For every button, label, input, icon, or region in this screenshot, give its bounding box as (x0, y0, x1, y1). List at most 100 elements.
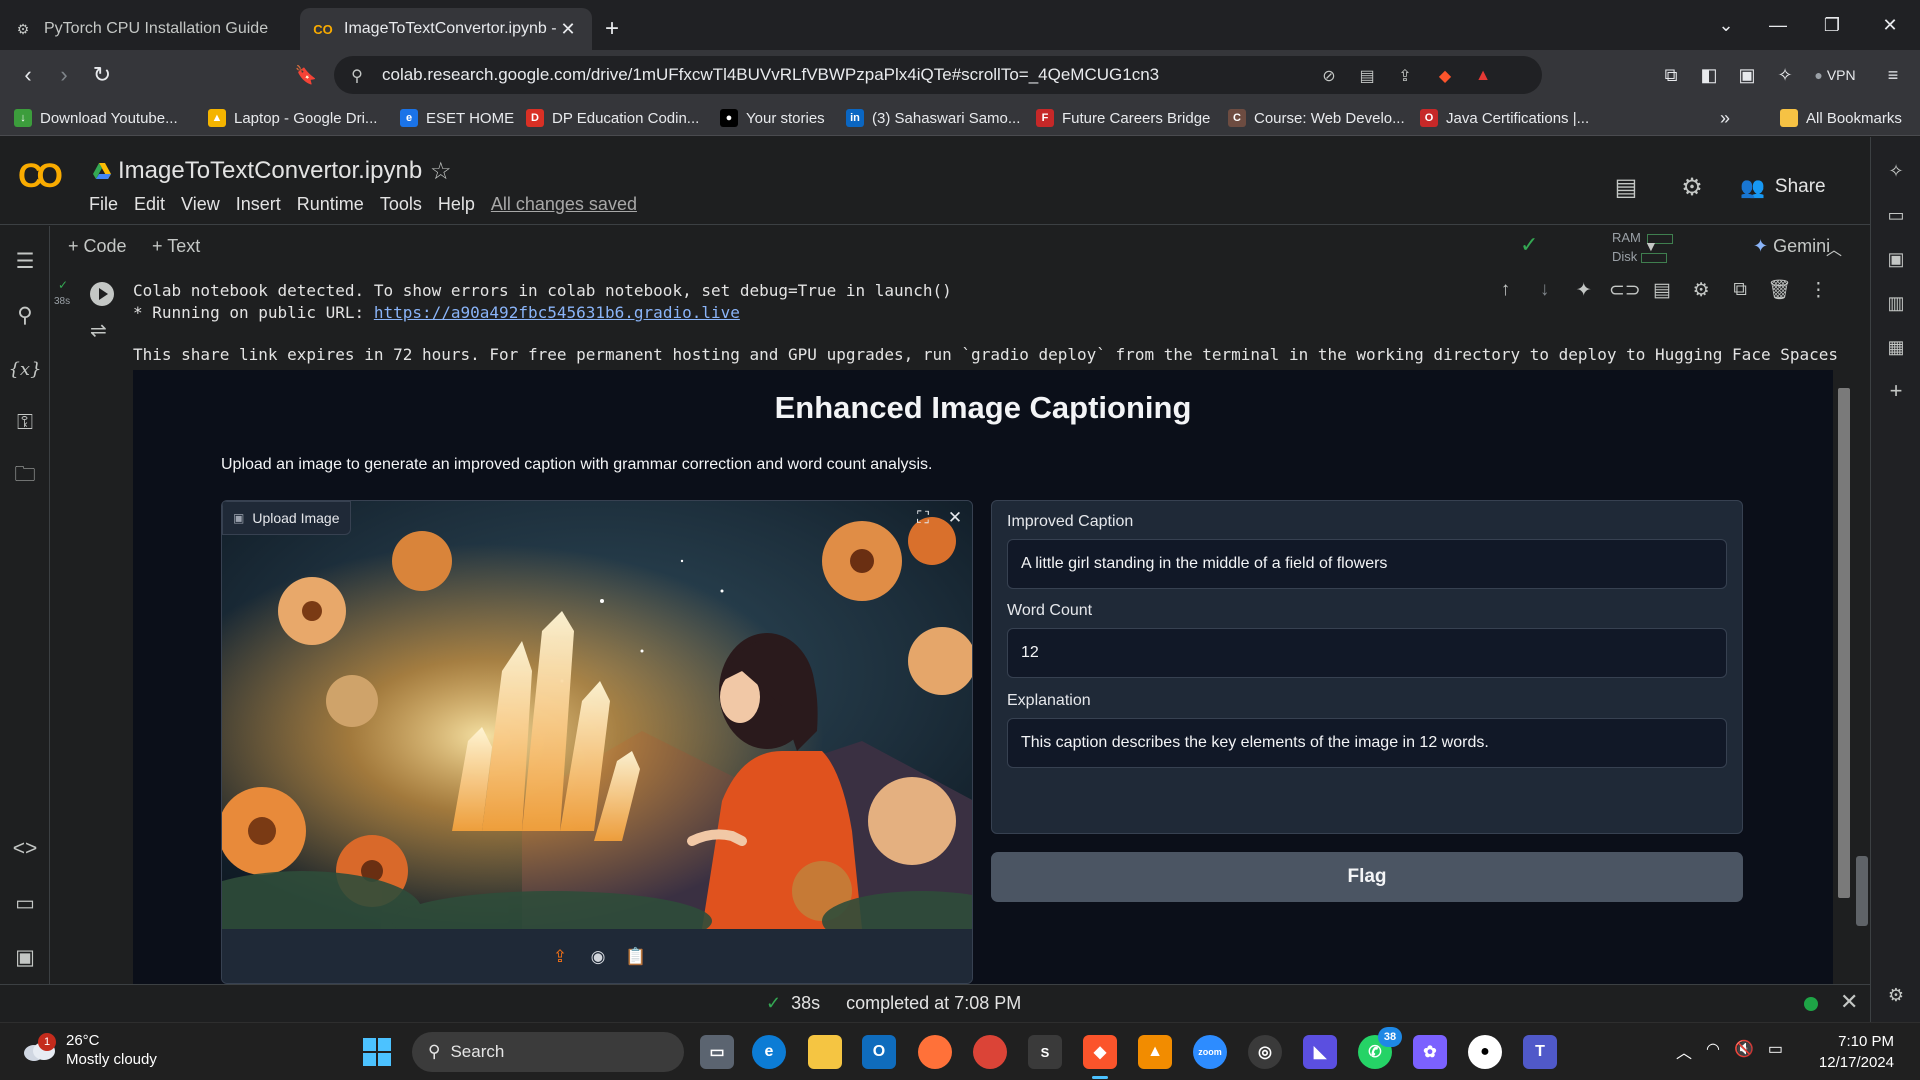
move-up-icon[interactable]: ↑ (1492, 279, 1520, 301)
new-tab-button[interactable]: + (592, 8, 632, 50)
close-window-button[interactable]: ✕ (1864, 0, 1916, 50)
bookmarks-panel-icon[interactable]: ▥ (1884, 291, 1908, 315)
menu-help[interactable]: Help (438, 194, 475, 215)
visual-studio-icon[interactable]: ◣ (1303, 1035, 1337, 1069)
wallet-icon[interactable]: ▣ (1884, 247, 1908, 271)
url-input[interactable]: ⚲ colab.research.google.com/drive/1mUFfx… (334, 56, 1542, 94)
menu-view[interactable]: View (181, 194, 220, 215)
bookmark-item[interactable]: D DP Education Codin... (526, 108, 699, 128)
image-upload-panel[interactable]: ▣ Upload Image ⛶ ✕ ⇪ ◉ 📋 (221, 500, 973, 984)
menu-file[interactable]: File (89, 194, 118, 215)
windows-start-icon[interactable] (362, 1037, 392, 1067)
extensions-icon[interactable]: ⧉ (1658, 62, 1684, 88)
secrets-key-icon[interactable]: ⚿ (10, 408, 40, 438)
wallet-icon[interactable]: ▣ (1734, 62, 1760, 88)
menu-runtime[interactable]: Runtime (297, 194, 364, 215)
menu-tools[interactable]: Tools (380, 194, 422, 215)
share-page-icon[interactable]: ⇪ (1394, 65, 1416, 87)
vpn-button[interactable]: ● VPN (1810, 62, 1860, 88)
notebook-title[interactable]: ImageToTextConvertor.ipynb (118, 157, 422, 185)
clear-image-icon[interactable]: ✕ (944, 507, 966, 529)
battery-icon[interactable]: ▭ (1768, 1039, 1783, 1063)
menu-insert[interactable]: Insert (236, 194, 281, 215)
zoom-icon[interactable]: zoom (1193, 1035, 1227, 1069)
execution-status[interactable]: ✓ 38s completed at 7:08 PM (766, 993, 1021, 1014)
delete-trash-icon[interactable]: 🗑 (1765, 278, 1793, 302)
clipboard-icon[interactable]: 📋 (625, 947, 646, 967)
add-code-button[interactable]: + Code (68, 236, 127, 257)
sidebar-icon[interactable]: ◧ (1696, 62, 1722, 88)
caption-output[interactable]: A little girl standing in the middle of … (1007, 539, 1727, 589)
save-status-link[interactable]: All changes saved (491, 194, 637, 215)
camera-off-icon[interactable]: ⊘ (1318, 65, 1340, 87)
reading-list-icon[interactable]: ▭ (1884, 203, 1908, 227)
reload-button[interactable]: ↻ (86, 60, 118, 90)
mirror-cell-icon[interactable]: ⧉ (1726, 279, 1754, 301)
volume-muted-icon[interactable]: 🔇 (1734, 1039, 1754, 1063)
site-info-icon[interactable]: ⚲ (346, 65, 368, 87)
browser-tab-pytorch[interactable]: ⚙ PyTorch CPU Installation Guide (0, 8, 300, 50)
explanation-output[interactable]: This caption describes the key elements … (1007, 718, 1727, 768)
bookmark-item[interactable]: F Future Careers Bridge (1036, 108, 1210, 128)
add-text-button[interactable]: + Text (152, 236, 200, 257)
bookmark-item[interactable]: ● Your stories (720, 108, 825, 128)
terminal-icon[interactable]: ▣ (10, 942, 40, 972)
brave-shields-icon[interactable]: ◆ (1434, 65, 1456, 87)
back-button[interactable]: ‹ (12, 60, 44, 90)
wifi-icon[interactable]: ◠ (1706, 1039, 1720, 1063)
leo-ai-icon[interactable]: ✧ (1772, 62, 1798, 88)
tray-overflow-icon[interactable]: ︿ (1676, 1039, 1692, 1063)
share-button[interactable]: 👥 Share (1740, 171, 1826, 203)
gemini-button[interactable]: ✦ Gemini (1753, 236, 1830, 257)
sidebar-settings-icon[interactable]: ⚙ (1884, 983, 1908, 1007)
bookmark-item[interactable]: e ESET HOME (400, 108, 514, 128)
browser-menu-icon[interactable]: ≡ (1880, 62, 1906, 88)
cell-settings-gear-icon[interactable]: ⚙ (1687, 279, 1715, 302)
vlc-icon[interactable]: ▲ (1138, 1035, 1172, 1069)
bookmark-page-icon[interactable]: 🔖 (290, 60, 322, 90)
tab-search-chevron-icon[interactable]: ⌄ (1700, 0, 1752, 50)
settings-gear-icon[interactable]: ⚙ (1676, 171, 1708, 203)
chrome-icon[interactable] (973, 1035, 1007, 1069)
code-snippets-icon[interactable]: <> (10, 834, 40, 864)
bookmark-item[interactable]: O Java Certifications |... (1420, 108, 1589, 128)
resource-monitor[interactable]: RAM Disk (1612, 228, 1673, 266)
firefox-icon[interactable] (918, 1035, 952, 1069)
move-down-icon[interactable]: ↓ (1531, 279, 1559, 301)
comments-icon[interactable]: ▤ (1610, 171, 1642, 203)
fullscreen-icon[interactable]: ⛶ (912, 507, 934, 529)
more-options-icon[interactable]: ⋮ (1804, 279, 1832, 302)
command-palette-icon[interactable]: ▭ (10, 888, 40, 918)
output-scrollbar[interactable] (1834, 370, 1854, 984)
brave-icon[interactable]: ◆ (1083, 1035, 1117, 1069)
bookmark-item[interactable]: C Course: Web Develo... (1228, 108, 1405, 128)
link-icon[interactable]: ⊂⊃ (1609, 279, 1641, 302)
github-icon[interactable]: ● (1468, 1035, 1502, 1069)
file-explorer-icon[interactable] (808, 1035, 842, 1069)
run-cell-button[interactable] (90, 282, 114, 306)
edge-icon[interactable]: e (752, 1035, 786, 1069)
all-bookmarks-folder[interactable]: All Bookmarks (1780, 108, 1902, 128)
star-icon[interactable]: ☆ (430, 157, 452, 186)
system-clock[interactable]: 7:10 PM 12/17/2024 (1806, 1031, 1894, 1073)
minimize-button[interactable]: — (1752, 0, 1804, 50)
page-scrollbar-thumb[interactable] (1856, 856, 1868, 926)
copilot-icon[interactable]: ✿ (1413, 1035, 1447, 1069)
webcam-icon[interactable]: ◉ (588, 947, 608, 967)
weather-widget[interactable]: 1 26°C Mostly cloudy (22, 1031, 157, 1069)
outlook-icon[interactable]: O (862, 1035, 896, 1069)
bookmark-item[interactable]: in (3) Sahaswari Samo... (846, 108, 1020, 128)
brave-rewards-icon[interactable]: ▲ (1472, 65, 1494, 87)
upload-icon[interactable]: ⇪ (550, 947, 570, 967)
maximize-button[interactable]: ❐ (1806, 0, 1858, 50)
leo-ai-icon[interactable]: ✧ (1884, 159, 1908, 183)
bookmark-item[interactable]: ↓ Download Youtube... (14, 108, 178, 128)
gemini-sparkle-icon[interactable]: ✦ (1570, 279, 1598, 302)
bookmark-item[interactable]: ▲ Laptop - Google Dri... (208, 108, 377, 128)
table-of-contents-icon[interactable]: ☰ (10, 246, 40, 276)
flag-button[interactable]: Flag (991, 852, 1743, 902)
files-folder-icon[interactable]: 🗀 (10, 462, 40, 492)
collapse-header-icon[interactable]: ︿ (1826, 236, 1842, 260)
runtime-dropdown-icon[interactable]: ▼ (1644, 238, 1658, 254)
close-status-icon[interactable]: ✕ (1840, 989, 1858, 1015)
